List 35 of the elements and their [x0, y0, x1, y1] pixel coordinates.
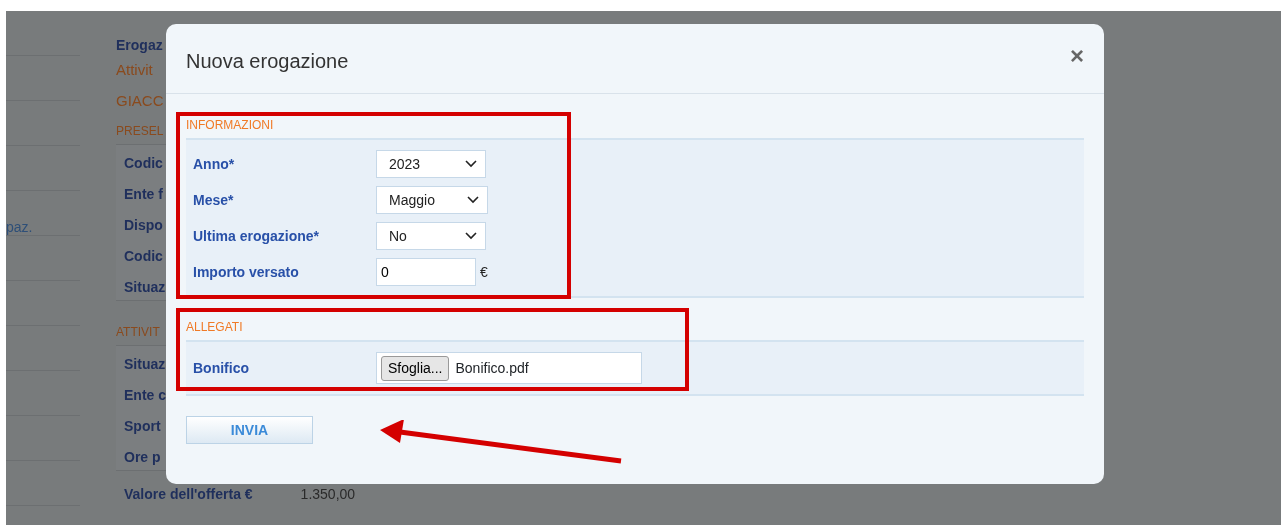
row-label: Situaz — [123, 278, 167, 297]
field-label: Ultima erogazione* — [193, 226, 321, 246]
browse-button[interactable]: Sfoglia... — [381, 355, 450, 381]
row-label: Ente f — [123, 185, 164, 204]
section-title: PRESEL — [116, 123, 165, 140]
field-label: Importo versato — [193, 262, 300, 282]
row-label: Situaz — [123, 355, 167, 374]
dialog-title: Nuova erogazione — [186, 49, 349, 74]
close-button[interactable]: × — [1070, 44, 1084, 68]
field-label: Anno* — [193, 154, 236, 174]
page-heading: Erogaz — [116, 36, 164, 55]
file-field[interactable]: Sfoglia... Bonifico.pdf — [376, 352, 642, 384]
chevron-icon — [467, 196, 479, 204]
row-label: Codic — [123, 154, 164, 173]
row-label: Ore p — [123, 448, 162, 467]
chevron-icon — [465, 160, 477, 168]
row-label: Ente c — [123, 386, 167, 405]
select-field[interactable]: No — [376, 222, 486, 250]
row-label: Codic — [123, 247, 164, 266]
section-title: ALLEGATI — [186, 319, 244, 336]
row-value: 1.350,00 — [299, 485, 356, 504]
field-label: Bonifico — [193, 358, 250, 378]
input-field[interactable]: 0 — [376, 258, 476, 286]
chevron-icon — [465, 232, 477, 240]
currency-label: € — [480, 262, 488, 282]
row-label: Sport — [123, 417, 162, 436]
section-title: INFORMAZIONI — [186, 117, 275, 134]
row-label: Dispo — [123, 216, 164, 235]
section-title: ATTIVIT — [116, 324, 161, 341]
select-field[interactable]: 2023 — [376, 150, 486, 178]
page-subheading: Attivit — [116, 60, 154, 80]
person-name: GIACC — [116, 90, 165, 111]
select-field[interactable]: Maggio — [376, 186, 488, 214]
row-label: Valore dell'offerta € — [123, 485, 253, 504]
field-label: Mese* — [193, 190, 235, 210]
